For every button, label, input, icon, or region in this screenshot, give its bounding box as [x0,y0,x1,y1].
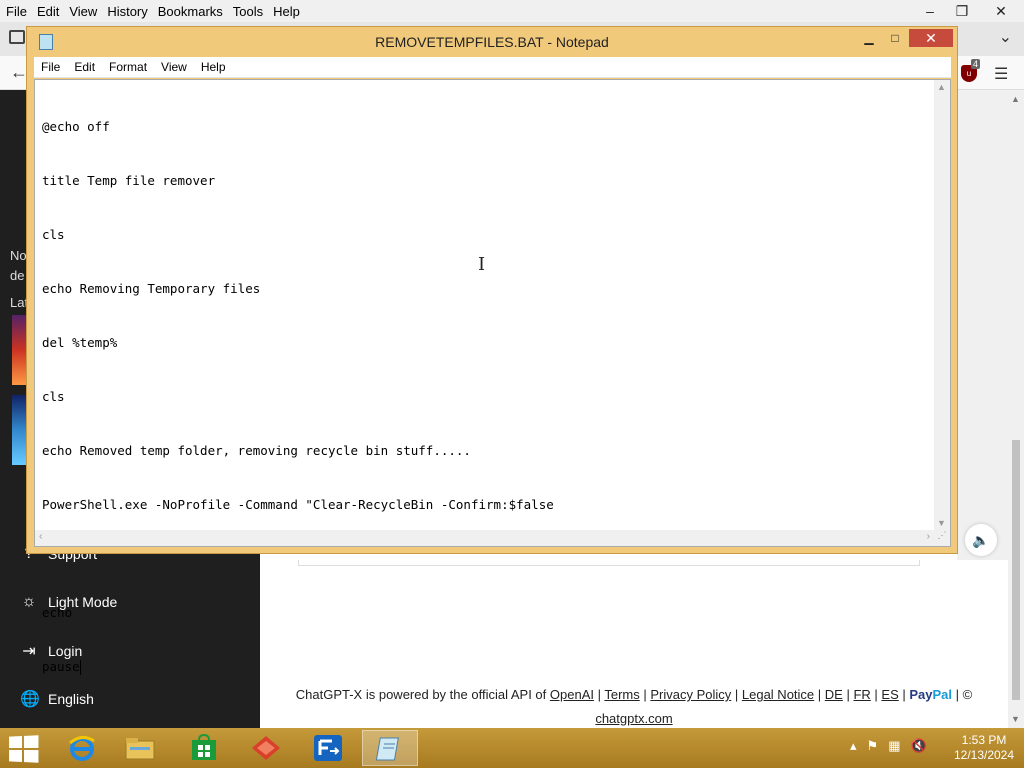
browser-menu-file[interactable]: File [0,4,32,19]
notepad-text-area[interactable]: @echo off title Temp file remover cls ec… [34,79,951,675]
footer-link-site[interactable]: chatgptx.com [595,711,672,726]
file-explorer-icon[interactable] [112,730,168,766]
notepad-close-button[interactable]: ✕ [909,29,953,47]
footer-link-terms[interactable]: Terms [604,687,639,702]
windows-start-icon[interactable] [9,735,39,763]
scroll-down-icon[interactable]: ▼ [1011,714,1020,724]
text-caret [79,660,81,675]
login-icon: ⇥ [22,643,36,660]
text-line-last: pause [42,658,554,676]
text-line: echo Removed temp folder, removing recyc… [42,443,471,458]
footer-link-fr[interactable]: FR [853,687,870,702]
tray-chevron-up-icon[interactable]: ▴ [850,738,857,754]
text-line: cls [42,389,65,404]
browser-menu-edit[interactable]: Edit [32,4,64,19]
notepad-menu-view[interactable]: View [154,60,194,74]
scrollbar-thumb[interactable] [1012,440,1020,700]
notepad-horizontal-scrollbar[interactable]: ‹ › [35,530,934,546]
footer-link-es[interactable]: ES [881,687,898,702]
text-line: cls [42,227,65,242]
text-line: pause [42,659,80,674]
text-line: @echo off [42,119,110,134]
browser-menu-help[interactable]: Help [268,4,305,19]
paypal-logo[interactable]: PayPal [909,687,952,702]
clock-time: 1:53 PM [961,733,1007,747]
notepad-title: REMOVETEMPFILES.BAT - Notepad [375,34,609,50]
ublock-count-badge: 4 [971,59,981,69]
blue-app-icon[interactable] [300,730,356,766]
notepad-menu-file[interactable]: File [34,60,67,74]
sidebar-partial-text-2: de [10,268,25,283]
text-line [42,550,554,568]
store-icon[interactable] [176,730,232,766]
scroll-left-icon[interactable]: ‹ [39,531,42,542]
tab-overview-icon[interactable] [9,30,25,44]
footer-link-de[interactable]: DE [825,687,843,702]
system-tray: ▴ ⚑ ▦ 🔇 [850,738,927,754]
notepad-menubar: File Edit Format View Help [34,57,951,78]
footer-link-privacy[interactable]: Privacy Policy [650,687,731,702]
notepad-menu-format[interactable]: Format [102,60,154,74]
scroll-up-icon[interactable]: ▲ [1011,94,1020,104]
hamburger-menu-icon[interactable]: ☰ [994,64,1008,84]
scroll-right-icon[interactable]: › [927,531,930,542]
taskbar-clock[interactable]: 1:53 PM 12/13/2024 [952,733,1016,763]
browser-menu-view[interactable]: View [64,4,102,19]
browser-minimize-button[interactable]: – [914,0,946,22]
network-icon[interactable]: ▦ [888,738,900,754]
right-panel [957,90,1008,560]
notepad-minimize-button[interactable]: ▁ [856,29,882,47]
browser-menu-tools[interactable]: Tools [228,4,268,19]
sidebar-partial-text-1: No [10,248,27,263]
footer-copyright: © [962,687,973,702]
red-app-icon[interactable] [238,730,294,766]
notepad-text: @echo off title Temp file remover cls ec… [42,82,554,712]
volume-muted-icon[interactable]: 🔇 [910,738,926,754]
text-line: echo Removing Temporary files [42,281,261,296]
scroll-down-icon[interactable]: ▼ [937,518,946,528]
flag-icon[interactable]: ⚑ [867,738,879,754]
notepad-taskbar-icon[interactable] [362,730,418,766]
browser-menubar: File Edit View History Bookmarks Tools H… [0,0,1024,22]
resize-grip-icon[interactable]: ⋰ [934,530,950,546]
browser-maximize-button[interactable]: ❐ [946,0,978,22]
text-line: echo [42,605,73,620]
speaker-icon[interactable]: 🔈 [965,524,997,556]
notepad-titlebar[interactable]: REMOVETEMPFILES.BAT - Notepad ▁ □ ✕ [27,27,957,57]
sun-icon: ☼ [21,593,37,610]
browser-menu-history[interactable]: History [102,4,152,19]
globe-icon: 🌐 [20,691,40,708]
footer-link-legal[interactable]: Legal Notice [742,687,814,702]
page-scrollbar[interactable]: ▲ ▼ [1008,90,1024,728]
taskbar: ▴ ⚑ ▦ 🔇 1:53 PM 12/13/2024 [0,728,1024,768]
chevron-down-icon[interactable]: ⌄ [999,27,1012,47]
notepad-menu-help[interactable]: Help [194,60,233,74]
notepad-vertical-scrollbar[interactable]: ▲ ▼ [934,80,950,530]
clock-date: 12/13/2024 [953,748,1015,762]
footer-link-openai[interactable]: OpenAI [550,687,594,702]
notepad-window: REMOVETEMPFILES.BAT - Notepad ▁ □ ✕ File… [26,26,958,675]
text-line: title Temp file remover [42,173,216,188]
ibeam-cursor-icon: I [478,254,486,275]
internet-explorer-icon[interactable] [54,730,110,766]
scroll-up-icon[interactable]: ▲ [937,82,946,92]
notepad-menu-edit[interactable]: Edit [67,60,102,74]
notepad-maximize-button[interactable]: □ [882,29,908,47]
browser-menu-bookmarks[interactable]: Bookmarks [153,4,228,19]
text-line: del %temp% [42,335,118,350]
text-line: PowerShell.exe -NoProfile -Command "Clea… [42,497,554,512]
browser-window-controls: – ❐ ✕ [914,0,1024,22]
browser-close-button[interactable]: ✕ [978,0,1024,22]
